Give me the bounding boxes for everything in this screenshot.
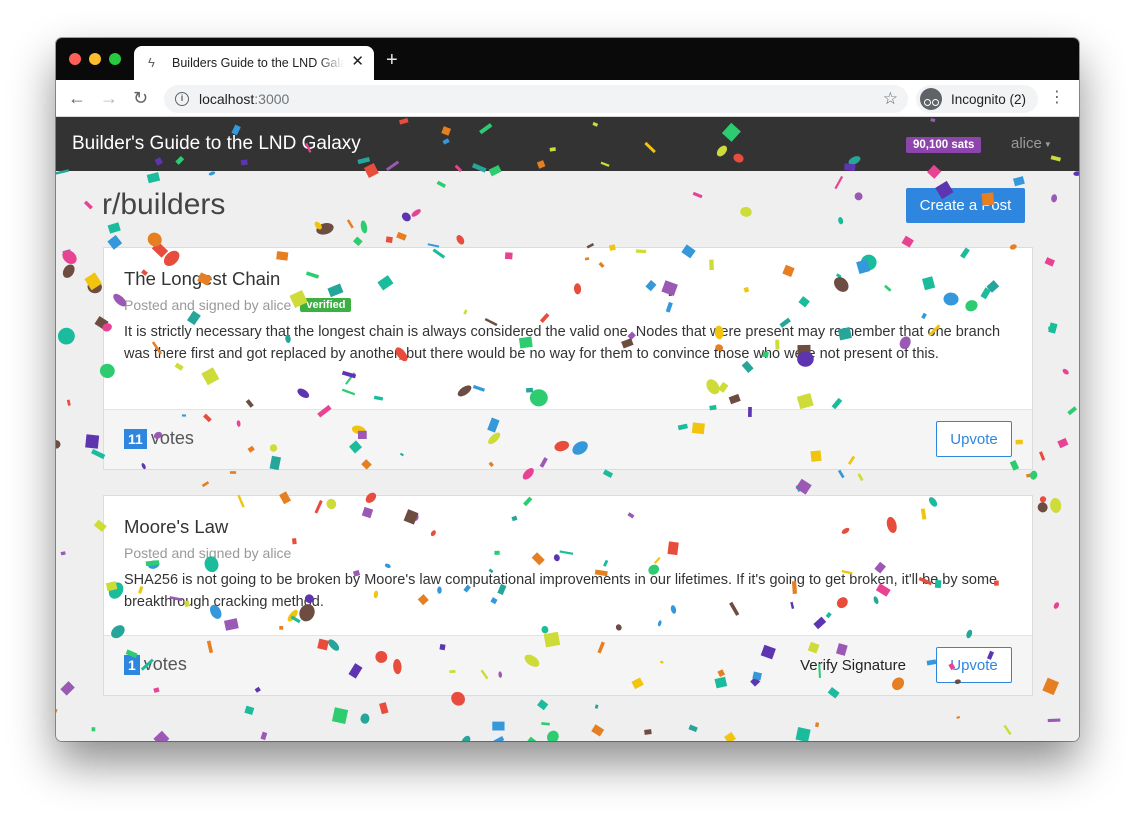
incognito-label: Incognito (2)	[951, 91, 1027, 107]
vote-count-label: votes	[150, 428, 194, 448]
vote-count: 11 votes	[124, 428, 194, 449]
new-tab-icon[interactable]: +	[386, 50, 398, 70]
post-footer: 11 votes Upvote	[104, 409, 1032, 469]
verified-badge: verified	[300, 298, 352, 312]
vote-count-number: 1	[124, 654, 140, 675]
tab-title: Builders Guide to the LND Galaxy	[172, 56, 344, 70]
upvote-button[interactable]: Upvote	[936, 421, 1012, 457]
browser-tab[interactable]: ϟ Builders Guide to the LND Galaxy ✕	[134, 46, 374, 80]
user-menu[interactable]: alice ▼	[1011, 135, 1052, 152]
incognito-icon	[920, 88, 942, 110]
chevron-down-icon: ▼	[1043, 139, 1052, 149]
vote-count: 1 votes	[124, 654, 187, 675]
browser-toolbar: ← → ↻ i localhost:3000 ☆ Incognito (2) ⋮	[56, 80, 1079, 117]
url-port: :3000	[254, 91, 290, 107]
create-post-button[interactable]: Create a Post	[906, 188, 1025, 223]
page-title: r/builders	[102, 188, 226, 221]
forward-arrow-icon[interactable]: →	[100, 88, 118, 108]
post-title[interactable]: The Longest Chain	[124, 268, 1012, 290]
kebab-menu-icon[interactable]: ⋮	[1049, 87, 1065, 109]
upvote-button[interactable]: Upvote	[936, 647, 1012, 683]
post-meta: Posted and signed by alice	[124, 545, 1012, 561]
vote-count-label: votes	[143, 654, 187, 674]
reload-icon[interactable]: ↻	[133, 88, 148, 108]
post-title[interactable]: Moore's Law	[124, 516, 1012, 538]
browser-window: ϟ Builders Guide to the LND Galaxy ✕ + ←…	[56, 38, 1079, 741]
close-window-icon[interactable]	[69, 53, 81, 65]
lightning-icon: ϟ	[148, 55, 155, 70]
tab-close-icon[interactable]: ✕	[351, 54, 364, 70]
post-footer: 1 votes Verify Signature Upvote	[104, 635, 1032, 695]
star-icon[interactable]: ☆	[883, 89, 898, 109]
brand-link[interactable]: Builder's Guide to the LND Galaxy	[72, 133, 361, 155]
minimize-window-icon[interactable]	[89, 53, 101, 65]
info-icon[interactable]: i	[175, 92, 189, 106]
post-meta: Posted and signed by alice verified	[124, 297, 1012, 313]
post-card: Moore's Law Posted and signed by alice S…	[103, 495, 1033, 696]
maximize-window-icon[interactable]	[109, 53, 121, 65]
main-content: r/builders Create a Post The Longest Cha…	[56, 171, 1079, 741]
verify-signature-button[interactable]: Verify Signature	[794, 647, 912, 683]
post-body: It is strictly necessary that the longes…	[124, 324, 1001, 362]
post-author: Posted and signed by alice	[124, 297, 292, 313]
url-text[interactable]: localhost:3000	[199, 91, 289, 107]
app-navbar: Builder's Guide to the LND Galaxy 90,100…	[56, 117, 1079, 171]
url-host: localhost	[199, 91, 255, 107]
user-name: alice	[1011, 135, 1042, 152]
balance-badge: 90,100 sats	[906, 137, 982, 153]
tab-strip: ϟ Builders Guide to the LND Galaxy ✕ +	[56, 38, 1079, 80]
back-arrow-icon[interactable]: ←	[68, 88, 86, 108]
incognito-button[interactable]: Incognito (2)	[916, 85, 1038, 113]
post-body: SHA256 is not going to be broken by Moor…	[124, 572, 998, 610]
address-bar[interactable]: i localhost:3000 ☆	[164, 85, 908, 113]
post-author: Posted and signed by alice	[124, 545, 292, 561]
post-card: The Longest Chain Posted and signed by a…	[103, 247, 1033, 470]
vote-count-number: 11	[124, 428, 147, 449]
